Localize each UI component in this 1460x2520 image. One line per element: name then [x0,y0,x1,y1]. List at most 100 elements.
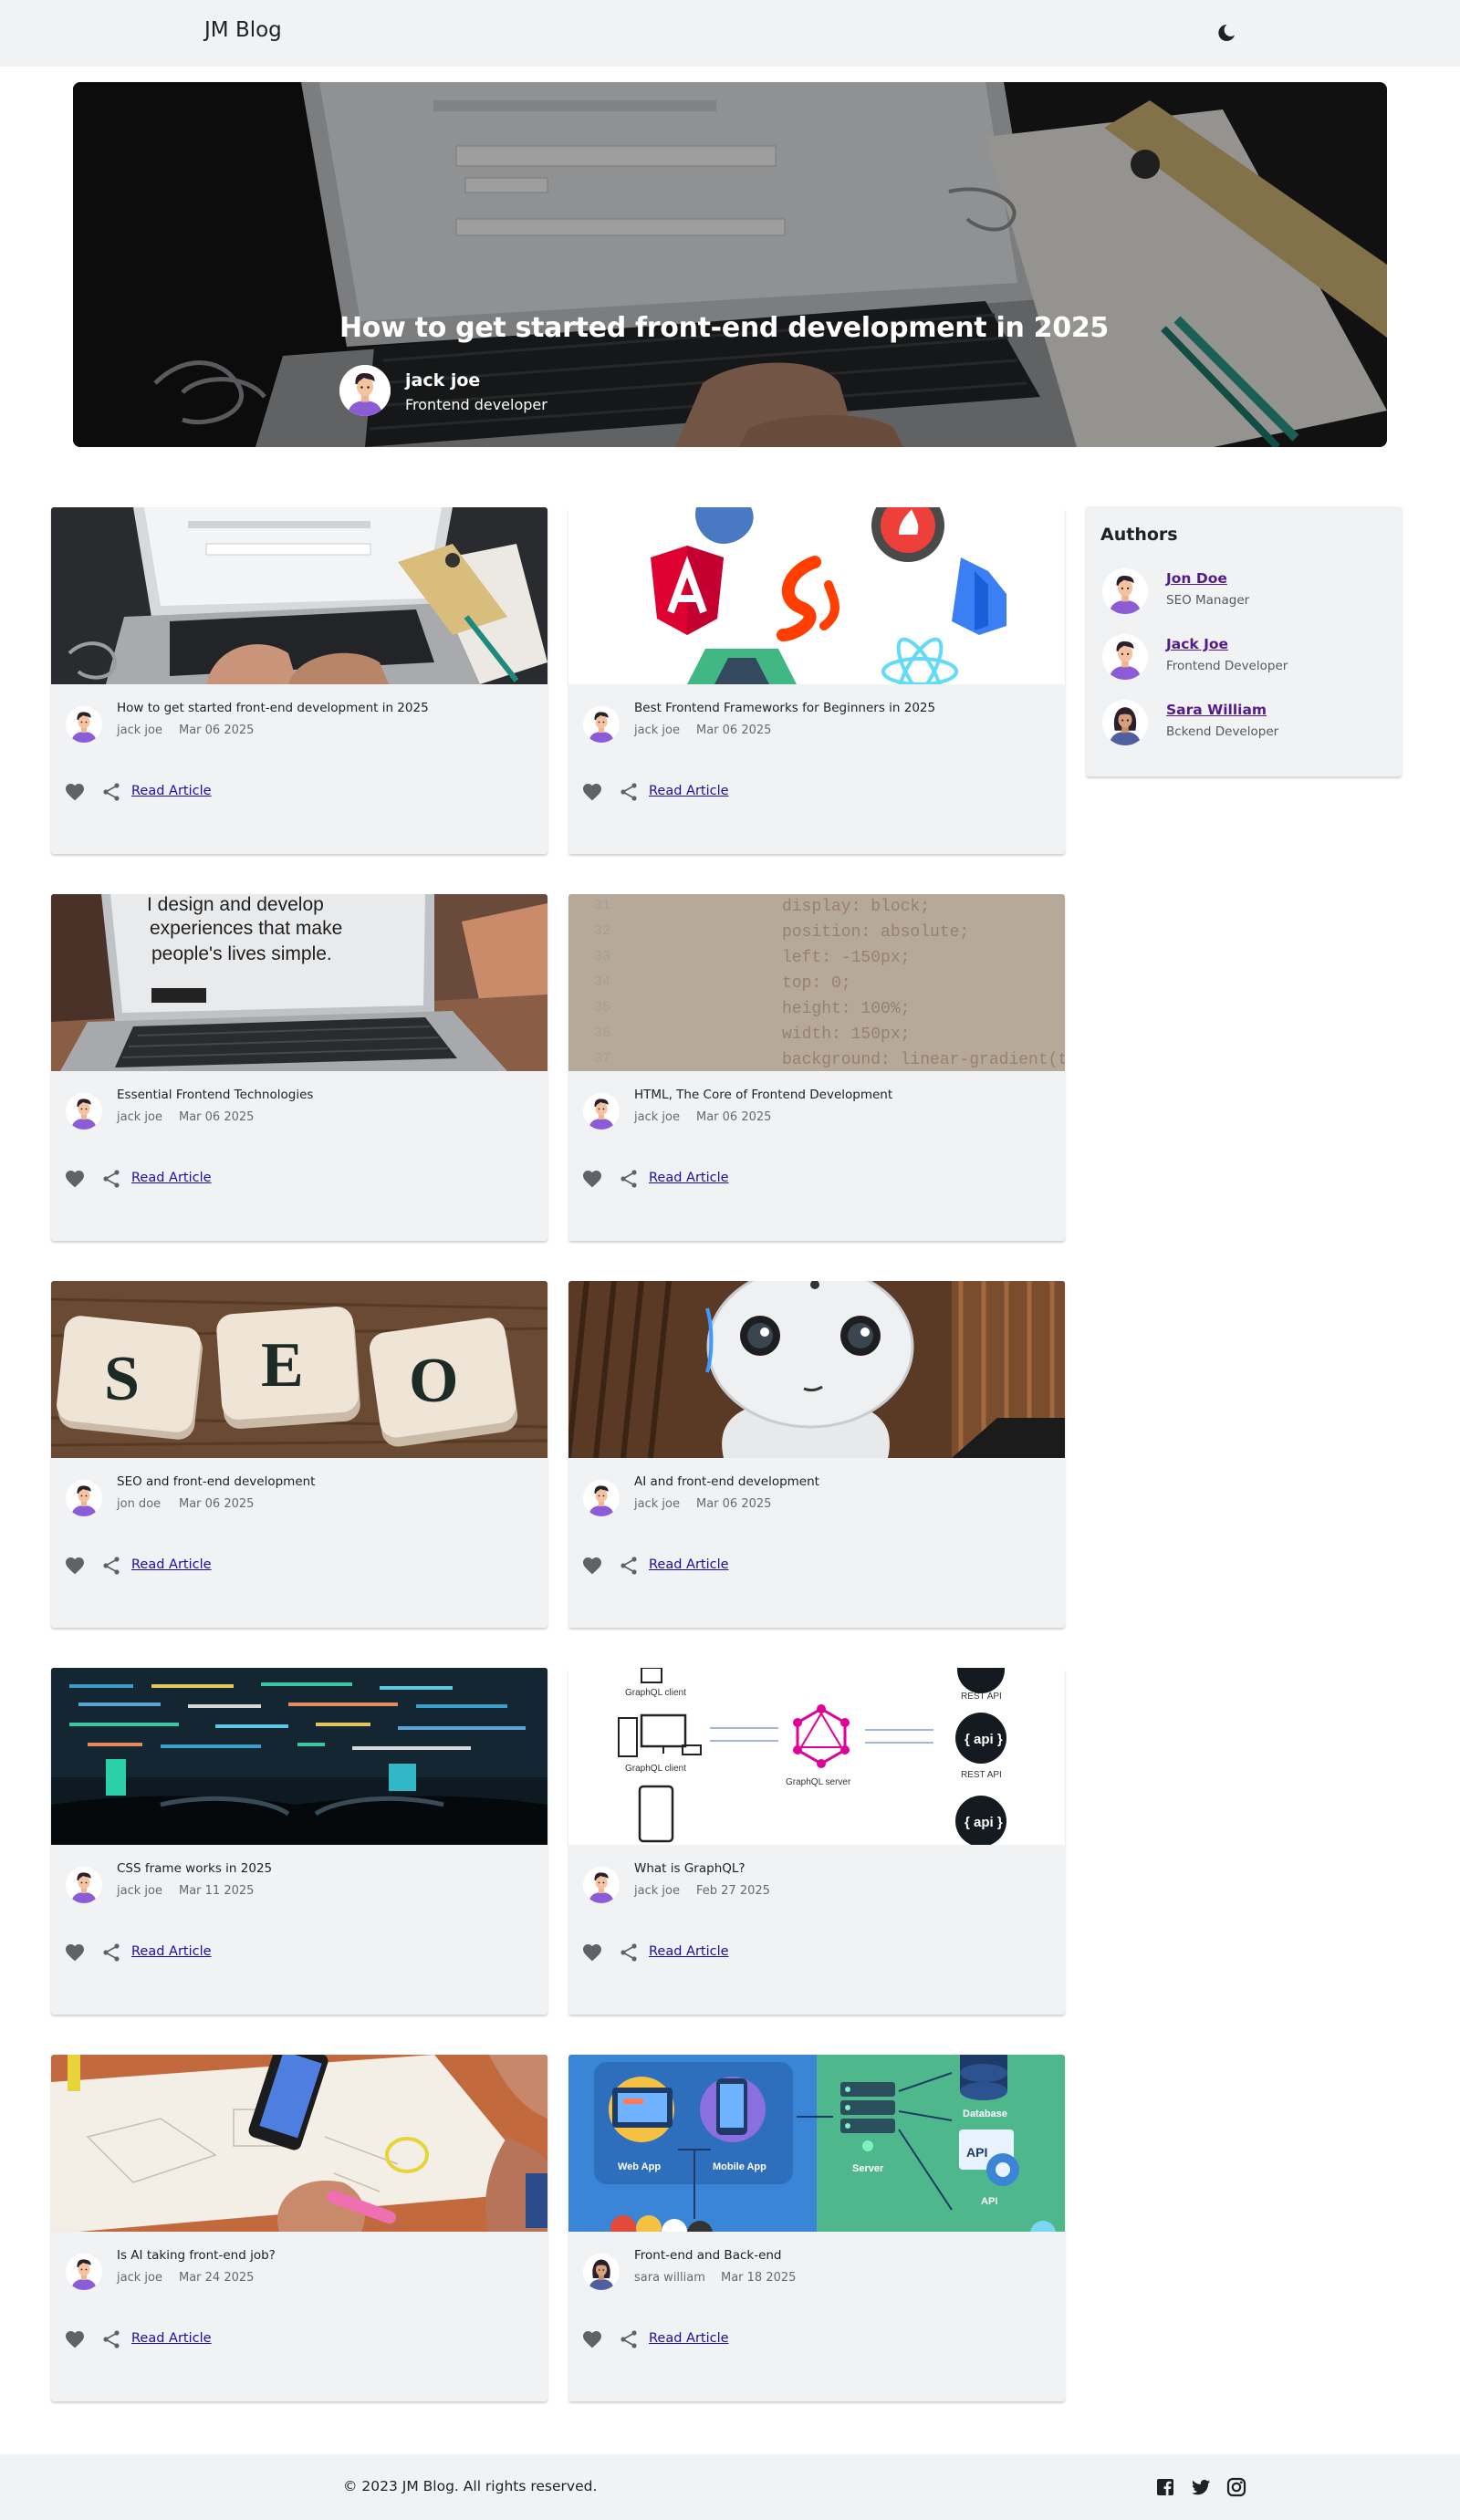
api-screen-label: API [966,2145,987,2160]
article-card: I design and develop experiences that ma… [51,894,548,1241]
avatar [1102,568,1148,614]
seo-letter-s: S [104,1344,140,1414]
avatar [583,1480,620,1516]
read-article-link[interactable]: Read Article [649,2331,729,2346]
article-card: CSS frame works in 2025 jack joe Mar 11 … [51,1668,548,2015]
article-date: Mar 11 2025 [179,1884,255,1898]
heart-icon[interactable] [581,781,603,803]
avatar [583,1093,620,1130]
design-line-3: people's lives simple. [151,943,332,964]
read-article-link[interactable]: Read Article [649,1171,729,1185]
heart-icon[interactable] [64,1942,86,1963]
author-link-jon-doe[interactable]: Jon Doe [1166,570,1227,587]
article-date: Mar 06 2025 [179,1110,255,1124]
share-icon[interactable] [100,781,122,803]
avatar [66,1867,102,1903]
share-icon[interactable] [100,2328,122,2350]
share-icon[interactable] [100,1942,122,1963]
article-card: How to get started front-end development… [51,507,548,854]
article-title[interactable]: How to get started front-end development… [117,701,429,715]
server-label: Server [852,2163,884,2174]
article-thumbnail[interactable]: GraphQL client GraphQL client GraphQL se… [568,1668,1065,1845]
share-icon[interactable] [618,781,640,803]
article-thumbnail[interactable]: I design and develop experiences that ma… [51,894,548,1071]
api-badge-1: { api } [965,1732,1003,1747]
article-thumbnail[interactable]: S E O [51,1281,548,1458]
hero-author-name: jack joe [405,370,481,390]
article-author: jack joe [117,2271,162,2285]
graphql-client-label-1: GraphQL client [625,1688,686,1698]
article-date: Mar 06 2025 [179,1497,255,1511]
avatar [1102,634,1148,680]
hero-banner[interactable]: How to get started front-end development… [73,82,1387,447]
heart-icon[interactable] [581,2328,603,2350]
share-icon[interactable] [100,1555,122,1577]
share-icon[interactable] [618,1555,640,1577]
read-article-link[interactable]: Read Article [649,1557,729,1572]
article-title[interactable]: SEO and front-end development [117,1474,315,1489]
share-icon[interactable] [618,1942,640,1963]
article-title[interactable]: AI and front-end development [634,1474,819,1489]
heart-icon[interactable] [581,1942,603,1963]
article-thumbnail[interactable] [568,1281,1065,1458]
avatar [583,1867,620,1903]
heart-icon[interactable] [581,1168,603,1190]
article-date: Feb 27 2025 [696,1884,770,1898]
article-card: Is AI taking front-end job? jack joe Mar… [51,2055,548,2401]
read-article-link[interactable]: Read Article [131,2331,212,2346]
mobile-app-label: Mobile App [713,2161,766,2172]
heart-icon[interactable] [64,1168,86,1190]
article-card: S E O SEO and front-end development jon … [51,1281,548,1628]
article-title[interactable]: Is AI taking front-end job? [117,2248,276,2263]
article-thumbnail[interactable] [51,507,548,684]
author-role: Frontend Developer [1166,659,1288,673]
article-title[interactable]: What is GraphQL? [634,1861,746,1876]
heart-icon[interactable] [581,1555,603,1577]
api-label: API [981,2196,997,2207]
article-date: Mar 06 2025 [696,1497,772,1511]
moon-icon[interactable] [1215,22,1237,44]
heart-icon[interactable] [64,1555,86,1577]
author-link-jack-joe[interactable]: Jack Joe [1166,636,1228,652]
read-article-link[interactable]: Read Article [649,784,729,798]
article-thumbnail[interactable]: 31 32 33 34 35 36 37 display: block; position… [568,894,1065,1071]
article-thumbnail[interactable] [51,1668,548,1845]
article-title[interactable]: Essential Frontend Technologies [117,1088,313,1102]
article-title[interactable]: Best Frontend Frameworks for Beginners i… [634,701,935,715]
site-header: JM Blog [0,0,1460,67]
author-link-sara-william[interactable]: Sara William [1166,702,1267,718]
read-article-link[interactable]: Read Article [649,1944,729,1959]
seo-letter-o: O [409,1346,458,1416]
heart-icon[interactable] [64,781,86,803]
database-label: Database [963,2109,1007,2119]
read-article-link[interactable]: Read Article [131,1944,212,1959]
rest-api-label-1: REST API [961,1692,1002,1702]
hero-title[interactable]: How to get started front-end development… [339,312,1109,344]
article-author: jack joe [634,1497,680,1511]
article-date: Mar 24 2025 [179,2271,255,2285]
api-badge-2: { api } [965,1815,1003,1830]
read-article-link[interactable]: Read Article [131,1171,212,1185]
article-title[interactable]: CSS frame works in 2025 [117,1861,272,1876]
article-thumbnail[interactable] [568,507,1065,684]
read-article-link[interactable]: Read Article [131,784,212,798]
article-thumbnail[interactable]: Web App Mobile App Server Database API A… [568,2055,1065,2232]
twitter-icon[interactable] [1190,2476,1212,2498]
facebook-icon[interactable] [1154,2476,1176,2498]
author-role: SEO Manager [1166,593,1250,608]
graphql-client-label-2: GraphQL client [625,1764,686,1774]
read-article-link[interactable]: Read Article [131,1557,212,1572]
share-icon[interactable] [100,1168,122,1190]
article-title[interactable]: HTML, The Core of Frontend Development [634,1088,892,1102]
avatar [66,2254,102,2290]
article-author: jack joe [634,724,680,737]
article-thumbnail[interactable] [51,2055,548,2232]
avatar [1102,700,1148,745]
instagram-icon[interactable] [1225,2476,1247,2498]
avatar [339,365,391,416]
share-icon[interactable] [618,1168,640,1190]
brand-logo[interactable]: JM Blog [204,18,282,42]
article-title[interactable]: Front-end and Back-end [634,2248,782,2263]
heart-icon[interactable] [64,2328,86,2350]
share-icon[interactable] [618,2328,640,2350]
